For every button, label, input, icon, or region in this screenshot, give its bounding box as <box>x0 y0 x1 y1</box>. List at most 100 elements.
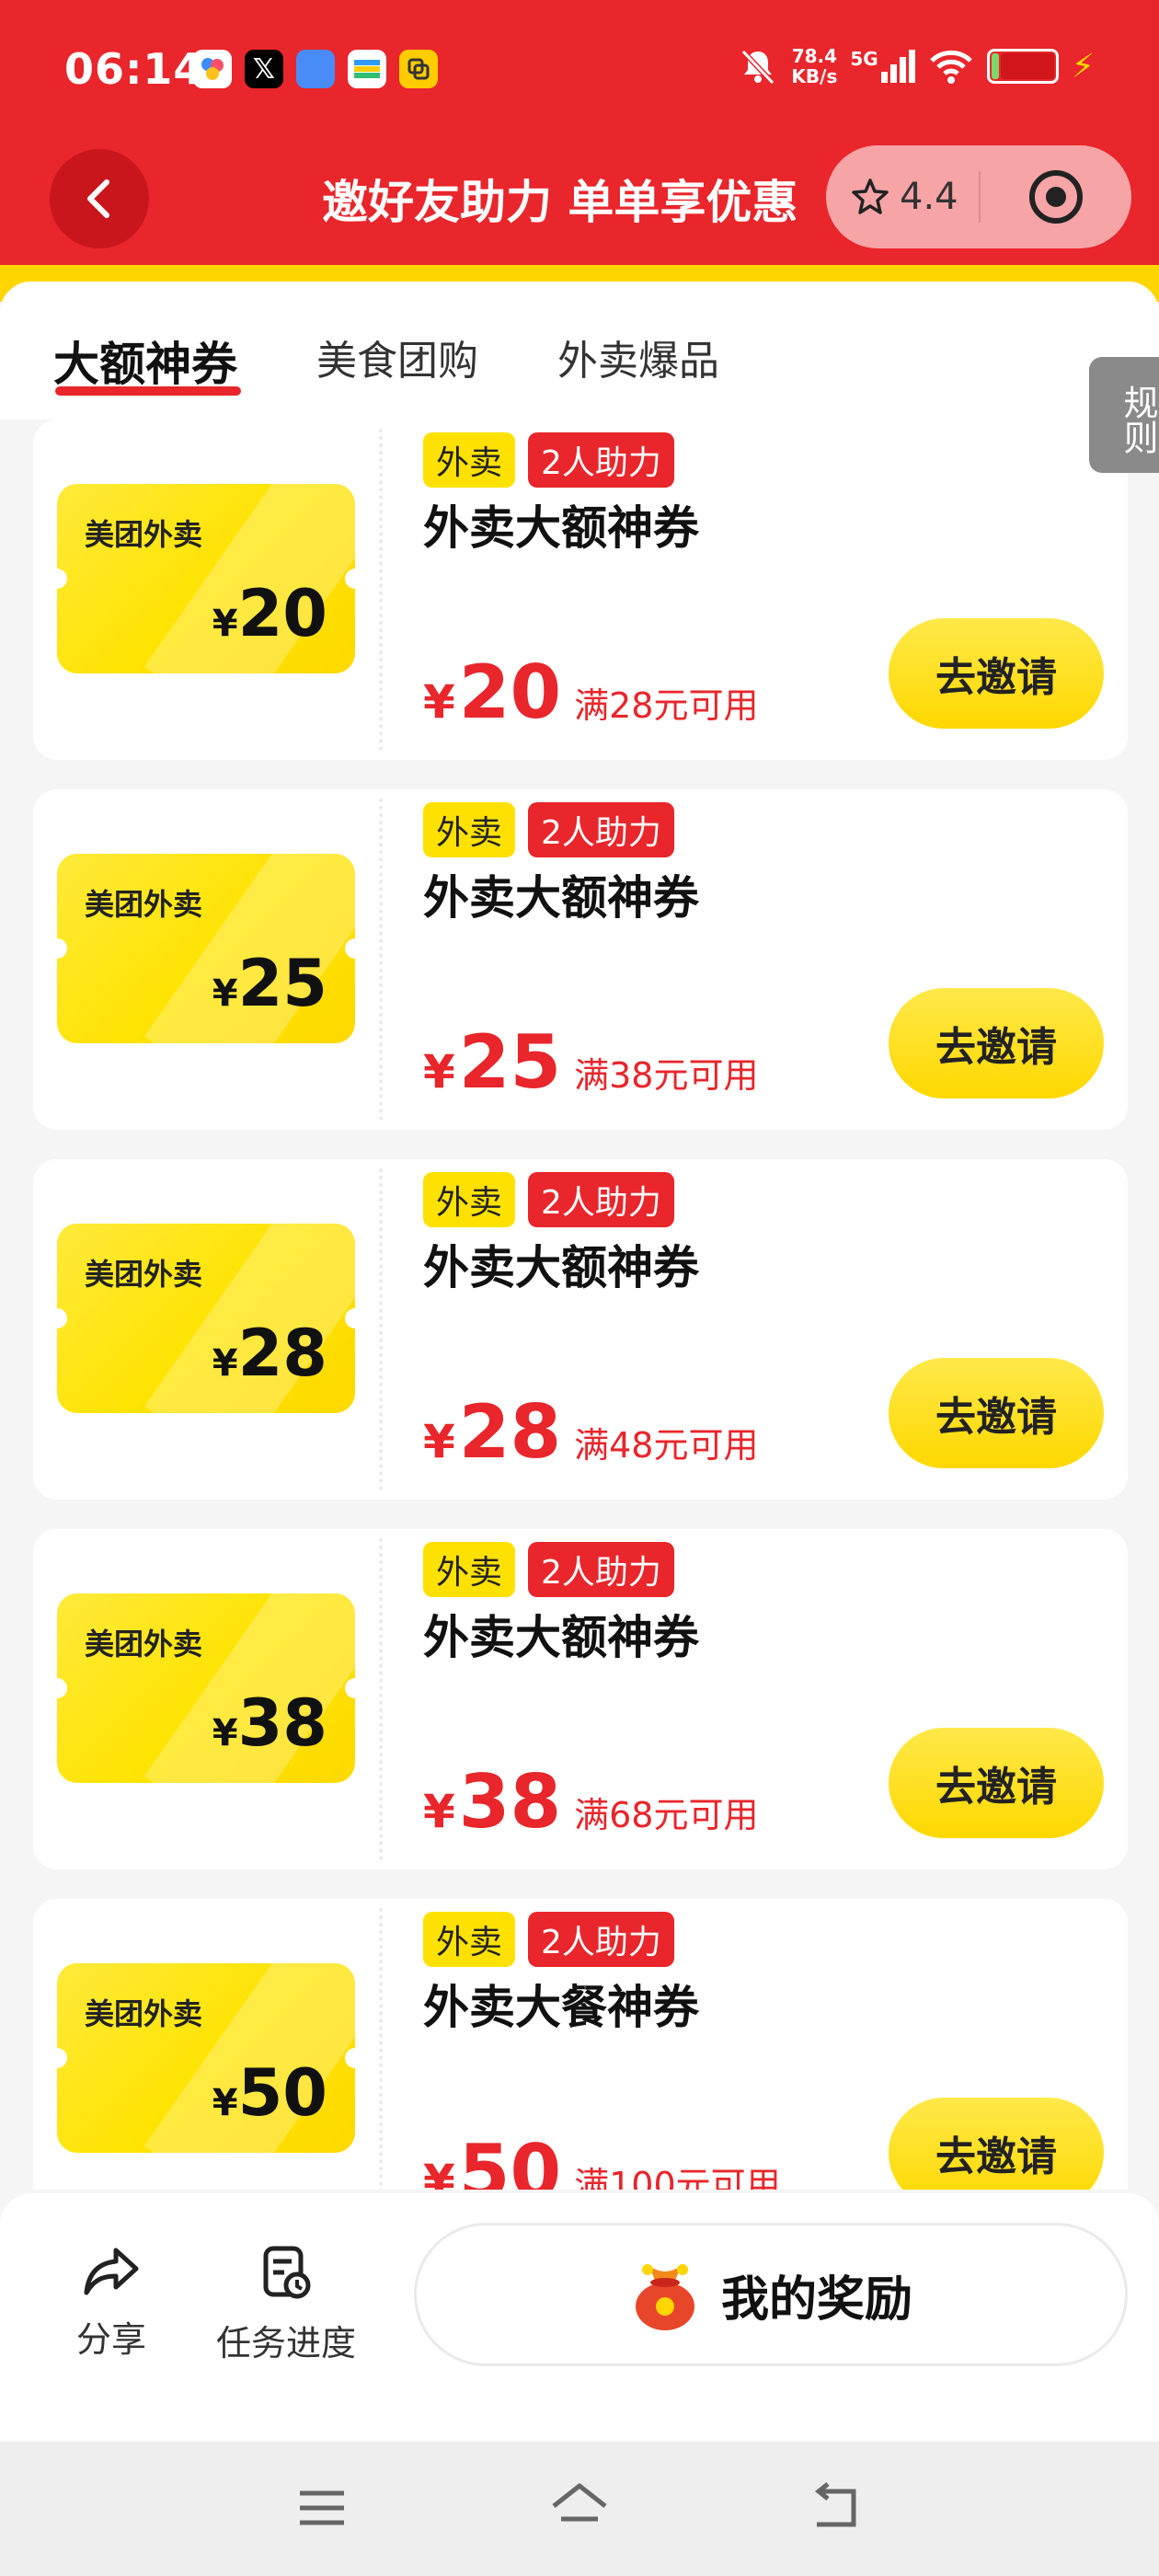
currency-symbol: ¥ <box>423 675 455 729</box>
status-time: 06:14 <box>64 44 204 94</box>
assist-tag: 2人助力 <box>528 1172 674 1227</box>
coupon-ticket-amount: ¥20 <box>212 576 327 651</box>
card-divider <box>379 1908 383 2190</box>
coupon-ticket: 美团外卖 ¥25 <box>57 854 355 1043</box>
coupon-card: 美团外卖 ¥50 外卖 2人助力 外卖大餐神券 ¥ 50 满100元可用 去邀请 <box>33 1899 1128 2190</box>
tab-big-coupons[interactable]: 大额神券 <box>53 328 237 394</box>
currency-symbol: ¥ <box>423 2155 455 2190</box>
coupon-ticket-amount: ¥28 <box>212 1316 327 1391</box>
currency-symbol: ¥ <box>423 1785 455 1838</box>
coupon-condition: 满100元可用 <box>574 2165 781 2190</box>
status-bar: 06:14 𝕏 78.4 KB/s 5G ⚡ <box>0 37 1159 110</box>
invite-button[interactable]: 去邀请 <box>889 2098 1104 2190</box>
coupon-condition: 满28元可用 <box>574 685 759 726</box>
coupon-brand: 美团外卖 <box>85 1257 203 1292</box>
coupon-tags: 外卖 2人助力 <box>423 802 674 857</box>
network-speed-unit: KB/s <box>791 65 838 87</box>
coupon-amount: 28 <box>237 1316 327 1391</box>
tab-delivery-hot-items[interactable]: 外卖爆品 <box>557 328 719 386</box>
coupon-amount: 25 <box>237 946 327 1021</box>
assist-tag: 2人助力 <box>528 802 674 857</box>
charging-icon: ⚡ <box>1071 47 1095 86</box>
coupon-price: ¥ 20 满28元可用 <box>423 650 758 735</box>
status-system-icons: 78.4 KB/s 5G ⚡ <box>738 46 1095 86</box>
coupon-amount: 50 <box>237 2055 327 2131</box>
network-speed-value: 78.4 <box>791 45 838 67</box>
coupon-brand: 美团外卖 <box>85 887 203 922</box>
app-notification-icon <box>296 50 335 88</box>
coupon-card: 美团外卖 ¥20 外卖 2人助力 外卖大额神券 ¥ 20 满28元可用 去邀请 <box>33 420 1128 760</box>
menu-icon[interactable] <box>293 2478 351 2537</box>
coupon-ticket: 美团外卖 ¥28 <box>57 1224 355 1413</box>
card-divider <box>379 1168 383 1490</box>
coupon-price-value: 25 <box>458 1019 562 1105</box>
coupon-card: 美团外卖 ¥38 外卖 2人助力 外卖大额神券 ¥ 38 满68元可用 去邀请 <box>33 1529 1128 1869</box>
coupon-tags: 外卖 2人助力 <box>423 1172 674 1227</box>
rating-value: 4.4 <box>900 176 958 218</box>
invite-button[interactable]: 去邀请 <box>889 988 1104 1098</box>
coupon-tags: 外卖 2人助力 <box>423 432 674 488</box>
home-icon[interactable] <box>548 2478 611 2537</box>
coupon-price-value: 28 <box>458 1389 562 1475</box>
invite-button[interactable]: 去邀请 <box>889 618 1104 729</box>
network-speed: 78.4 KB/s <box>791 46 837 86</box>
star-icon <box>852 178 889 214</box>
wallet-app-icon <box>348 50 386 88</box>
coupon-amount: 38 <box>237 1685 327 1761</box>
my-rewards-button[interactable]: 我的奖励 <box>414 2223 1128 2366</box>
bottom-action-bar: 分享 任务进度 我的奖励 <box>0 2193 1159 2442</box>
invite-button[interactable]: 去邀请 <box>889 1358 1104 1468</box>
coupon-card: 美团外卖 ¥28 外卖 2人助力 外卖大额神券 ¥ 28 满48元可用 去邀请 <box>33 1159 1128 1500</box>
status-notification-icons: 𝕏 <box>193 50 438 88</box>
close-mini-program-button[interactable] <box>981 167 1131 226</box>
coupon-ticket-amount: ¥38 <box>212 1685 327 1761</box>
coupon-tags: 外卖 2人助力 <box>423 1542 674 1597</box>
coupon-price-value: 20 <box>458 650 562 735</box>
task-progress-button[interactable]: 任务进度 <box>208 2243 364 2365</box>
back-button[interactable] <box>50 149 149 248</box>
tab-food-group-buy[interactable]: 美食团购 <box>316 328 478 386</box>
app-notification-icon <box>193 50 232 88</box>
active-tab-indicator <box>55 386 241 396</box>
back-nav-icon[interactable] <box>808 2478 866 2537</box>
rating-button[interactable]: 4.4 <box>826 176 979 218</box>
system-navigation-bar <box>0 2442 1159 2576</box>
network-type: 5G <box>850 48 878 70</box>
category-tag: 外卖 <box>423 802 516 857</box>
coupon-brand: 美团外卖 <box>85 517 203 552</box>
category-tag: 外卖 <box>423 1172 516 1227</box>
wifi-icon <box>929 50 972 84</box>
coupon-ticket: 美团外卖 ¥50 <box>57 1963 355 2153</box>
currency-symbol: ¥ <box>212 603 238 645</box>
coupon-condition: 满68元可用 <box>574 1795 759 1835</box>
share-label: 分享 <box>75 2319 146 2360</box>
coupon-ticket-amount: ¥50 <box>212 2055 327 2131</box>
coupon-title: 外卖大额神券 <box>423 501 699 555</box>
coupon-tags: 外卖 2人助力 <box>423 1912 674 1967</box>
coupon-ticket: 美团外卖 ¥20 <box>57 484 355 673</box>
rules-button[interactable]: 规则 <box>1089 357 1159 473</box>
coupon-price-value: 38 <box>458 1759 562 1845</box>
card-divider <box>379 799 383 1121</box>
coupon-title: 外卖大额神券 <box>423 1241 699 1294</box>
card-divider <box>379 429 383 751</box>
coupon-price: ¥ 28 满48元可用 <box>423 1389 758 1475</box>
mini-program-capsule: 4.4 <box>826 145 1131 248</box>
coupon-list: 美团外卖 ¥20 外卖 2人助力 外卖大额神券 ¥ 20 满28元可用 去邀请 … <box>0 420 1159 2190</box>
coupon-title: 外卖大额神券 <box>423 871 699 925</box>
currency-symbol: ¥ <box>212 972 238 1015</box>
x-app-icon: 𝕏 <box>245 50 283 88</box>
card-divider <box>379 1538 383 1860</box>
currency-symbol: ¥ <box>423 1415 455 1468</box>
coupon-brand: 美团外卖 <box>85 1627 203 1662</box>
coupon-condition: 满48元可用 <box>574 1425 759 1466</box>
coupon-title: 外卖大额神券 <box>423 1611 699 1664</box>
task-progress-icon <box>263 2246 311 2299</box>
share-button[interactable]: 分享 <box>33 2243 189 2362</box>
chevron-left-icon <box>87 179 109 218</box>
coupon-price: ¥ 25 满38元可用 <box>423 1019 758 1105</box>
category-tag: 外卖 <box>423 432 516 488</box>
currency-symbol: ¥ <box>212 1712 238 1754</box>
task-progress-label: 任务进度 <box>215 2323 356 2363</box>
invite-button[interactable]: 去邀请 <box>889 1728 1104 1838</box>
